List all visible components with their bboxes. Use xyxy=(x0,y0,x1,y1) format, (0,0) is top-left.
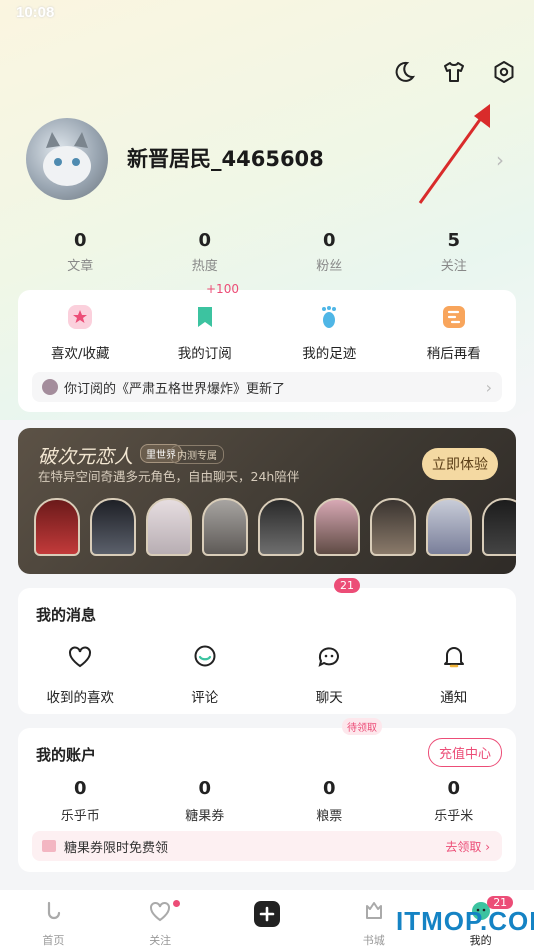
try-now-button[interactable]: 立即体验 xyxy=(422,448,498,480)
stat-following[interactable]: 5 关注 xyxy=(392,230,517,274)
character-card[interactable] xyxy=(258,498,304,556)
favorites-button[interactable]: 喜欢/收藏 xyxy=(18,304,143,362)
tab-create[interactable] xyxy=(214,890,321,950)
follow-red-dot xyxy=(172,900,180,907)
moon-icon[interactable] xyxy=(392,60,416,84)
character-card[interactable] xyxy=(202,498,248,556)
stat-fans[interactable]: 0 粉丝 xyxy=(267,230,392,274)
notice-text: 你订阅的《严肃五格世界爆炸》更新了 xyxy=(64,381,286,397)
quick-actions-card: +100 喜欢/收藏 我的订阅 我的足迹 稍后再看 你订阅的《严肃五格世界爆炸》… xyxy=(18,282,517,412)
character-card[interactable] xyxy=(370,498,416,556)
bookstore-icon xyxy=(365,902,382,919)
food-tickets-item[interactable]: 0 粮票 xyxy=(267,778,392,824)
account-card: 我的账户 充值中心 待领取 0 乐乎币 0 糖果券 0 粮票 0 乐乎米 糖果券限时免费… xyxy=(18,718,517,872)
coins-item[interactable]: 0 乐乎币 xyxy=(18,778,143,824)
claim-link[interactable]: 去领取 › xyxy=(445,838,490,855)
messages-title: 我的消息 xyxy=(36,606,97,624)
read-later-button[interactable]: 稍后再看 xyxy=(392,304,517,362)
home-icon xyxy=(48,901,61,920)
recharge-button[interactable]: 充值中心 xyxy=(427,738,502,767)
subscriptions-button[interactable]: 我的订阅 xyxy=(143,304,268,362)
character-card[interactable] xyxy=(34,498,80,556)
tab-home[interactable]: 首页 xyxy=(0,890,107,950)
read-later-icon xyxy=(442,306,465,328)
shirt-icon[interactable] xyxy=(442,60,466,84)
points-bonus: +100 xyxy=(206,282,239,296)
tab-follow[interactable]: 关注 xyxy=(107,890,214,950)
notice-avatar xyxy=(42,379,58,395)
coupon-text: 糖果券限时免费领 xyxy=(64,840,169,856)
chat-button[interactable]: 聊天 xyxy=(267,644,392,706)
footprint-icon xyxy=(322,306,337,328)
notifications-button[interactable]: 通知 xyxy=(392,644,517,706)
chat-icon xyxy=(318,647,340,667)
footprints-button[interactable]: 我的足迹 xyxy=(267,304,392,362)
stat-articles[interactable]: 0 文章 xyxy=(18,230,143,274)
character-card[interactable] xyxy=(146,498,192,556)
character-card[interactable] xyxy=(314,498,360,556)
plus-icon xyxy=(253,901,280,927)
banner-title: 破次元恋人 xyxy=(38,446,134,468)
banner-subtitle: 在特异空间奇遇多元角色，自由聊天，24h陪伴 xyxy=(38,469,300,484)
settings-icon[interactable] xyxy=(492,60,516,84)
lofter-rice-item[interactable]: 0 乐乎米 xyxy=(392,778,517,824)
bookmark-icon xyxy=(197,307,212,327)
avatar[interactable] xyxy=(26,118,108,200)
comment-icon xyxy=(194,645,216,667)
comments-button[interactable]: 评论 xyxy=(143,644,268,706)
top-icons xyxy=(392,60,516,84)
character-card[interactable] xyxy=(426,498,472,556)
pending-badge: 待领取 xyxy=(342,718,382,735)
chat-badge: 21 xyxy=(334,578,360,593)
watermark: ITMOP.COM xyxy=(396,906,534,936)
coupon-icon xyxy=(42,840,56,852)
messages-card: 我的消息 21 收到的喜欢 评论 聊天 通知 xyxy=(18,578,517,714)
free-coupon-banner[interactable]: 糖果券限时免费领 去领取 › xyxy=(32,831,502,861)
follow-icon xyxy=(150,901,171,922)
character-card[interactable] xyxy=(482,498,516,556)
character-card[interactable] xyxy=(90,498,136,556)
promo-banner[interactable]: 破次元恋人 里世界 内测专属 在特异空间奇遇多元角色，自由聊天，24h陪伴 立即… xyxy=(18,428,516,574)
account-title: 我的账户 xyxy=(36,746,97,764)
likes-received-button[interactable]: 收到的喜欢 xyxy=(18,644,143,706)
banner-tag-beta: 内测专属 xyxy=(170,445,224,464)
heart-icon xyxy=(69,646,92,668)
profile-chevron-icon[interactable]: › xyxy=(496,148,504,172)
stats-row: 0 文章 0 热度 0 粉丝 5 关注 xyxy=(18,230,516,274)
stat-heat[interactable]: 0 热度 xyxy=(143,230,268,274)
candy-coupons-item[interactable]: 0 糖果券 xyxy=(143,778,268,824)
status-time: 10:08 xyxy=(16,4,55,21)
subscription-notice[interactable]: 你订阅的《严肃五格世界爆炸》更新了 › xyxy=(32,372,502,402)
username[interactable]: 新晋居民_4465608 xyxy=(127,143,324,173)
bell-icon xyxy=(443,647,464,668)
character-cards xyxy=(34,498,516,556)
star-heart-icon xyxy=(68,305,93,329)
annotation-arrow xyxy=(418,104,490,204)
notice-chevron-icon: › xyxy=(485,377,492,397)
